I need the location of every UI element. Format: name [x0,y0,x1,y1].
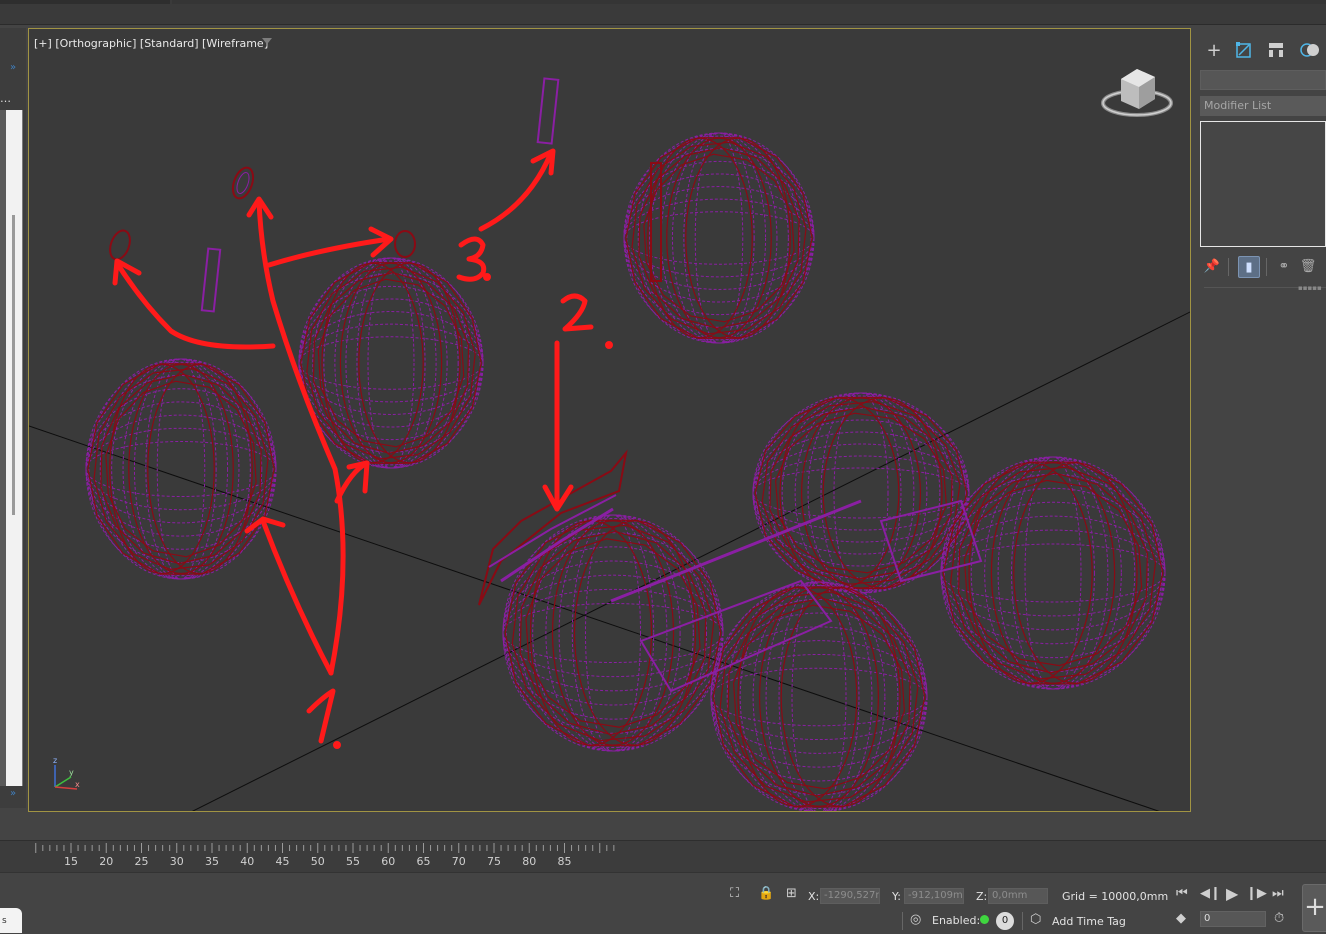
go-to-end-icon[interactable]: ⏭ [1272,886,1284,901]
go-to-start-icon[interactable]: ⏮ [1176,886,1188,901]
red-annotation-arrows [112,148,613,749]
filter-icon[interactable] [261,37,273,49]
modifier-list-dropdown[interactable]: Modifier List [1200,96,1326,116]
object-name-field[interactable] [1200,70,1326,90]
time-tag-icon: ⬡ [1030,912,1042,927]
scene-explorer-scrollbar[interactable] [0,110,6,786]
time-configuration-icon[interactable]: ⏱ [1274,911,1284,926]
wireframe-spheres [85,132,1166,811]
wireframe-sphere [298,257,484,469]
motion-tab[interactable] [1296,38,1324,62]
create-tab[interactable]: + [1200,38,1228,62]
key-mode-toggle-icon[interactable]: ◆ [1176,911,1186,926]
resize-grip-icon[interactable]: ▪▪▪▪▪ [1298,284,1322,292]
toolbar-divider [1228,258,1229,276]
wireframe-sphere [502,514,724,752]
enabled-toggle[interactable]: 0 [996,912,1014,930]
modify-icon [1236,42,1251,58]
timeline-tick-label: 45 [276,855,290,868]
modify-tab[interactable] [1230,38,1258,62]
panel-menu-ellipsis-icon[interactable]: … [0,92,12,105]
expand-panel-plus-icon[interactable]: + [1302,884,1326,932]
absolute-transform-icon[interactable]: ⊞ [786,886,797,901]
grid-size-readout: Grid = 10000,0mm [1062,890,1169,903]
wireframe-sphere [752,392,970,594]
motion-icon [1300,43,1319,57]
show-end-result-icon[interactable]: ▮ [1238,256,1260,278]
axis-x-label: x [75,780,80,789]
viewport-view-menu[interactable]: [Orthographic] [55,37,136,50]
toolbar-tab-segment [0,0,170,4]
status-bar [0,872,1326,934]
selection-lock-icon[interactable]: 🔒 [758,886,774,901]
status-divider [902,912,903,930]
status-divider [1022,912,1023,930]
pin-stack-icon[interactable]: 📌 [1202,256,1222,276]
timeline-tick-label: 85 [558,855,572,868]
timeline-tick-label: 25 [135,855,149,868]
z-coord-field[interactable]: 0,0mm [988,888,1048,904]
timeline-tick-label: 30 [170,855,184,868]
make-unique-icon[interactable]: ⚭ [1274,256,1294,276]
enabled-status-dot [980,915,989,924]
timeline-tick-label: 50 [311,855,325,868]
timeline-tick-label: 70 [452,855,466,868]
y-coord-field[interactable]: -912,109mi [904,888,964,904]
modifier-stack-list[interactable] [1200,121,1326,247]
play-icon[interactable]: ▶ [1226,884,1238,903]
x-coord-label: X: [808,890,820,903]
remove-modifier-icon[interactable]: 🗑 [1298,256,1318,276]
add-time-tag-button[interactable]: Add Time Tag [1052,915,1126,928]
toolbar-tab-segment [172,0,1326,4]
current-frame-spinner[interactable]: 0 [1200,911,1266,927]
timeline-tick-label: 35 [205,855,219,868]
hierarchy-tab[interactable] [1262,38,1290,62]
next-frame-icon[interactable]: ❙▶ [1246,886,1267,901]
scrollbar-thumb[interactable] [12,215,15,515]
timeline-tick-label: 75 [487,855,501,868]
timeline-tick-label: 65 [417,855,431,868]
x-coord-field[interactable]: -1290,527r [820,888,880,904]
viewport-plus-menu[interactable]: [+] [34,37,52,50]
wireframe-sphere [85,358,277,580]
viewport-label-menu[interactable]: [+] [Orthographic] [Standard] [Wireframe… [34,37,268,50]
modifier-stack-toolbar: 📌 ▮ ⚭ 🗑 [1200,254,1326,278]
timeline-tick-label: 40 [240,855,254,868]
y-coord-label: Y: [892,890,901,903]
timeline-tick-label: 55 [346,855,360,868]
timeline-tick-label: 80 [522,855,536,868]
wireframe-scene[interactable] [29,29,1191,812]
create-icon: + [1206,39,1222,61]
axis-z-label: z [53,756,57,765]
wireframe-sphere [623,132,815,344]
track-bar[interactable]: 15 20 25 30 35 40 45 50 55 60 65 70 75 80 85 [0,840,1326,873]
enabled-label: Enabled: [932,914,981,927]
viewport-shading-menu[interactable]: [Standard] [140,37,199,50]
wireframe-sphere [710,581,928,811]
expand-chevron-icon[interactable]: » [10,62,16,73]
viewcube-icon[interactable] [1099,61,1175,121]
toolbar-divider [1266,258,1267,276]
isolate-selection-icon[interactable]: ⛶ [730,886,739,901]
viewport-perspective[interactable]: [+] [Orthographic] [Standard] [Wireframe… [28,28,1191,812]
axis-y-label: y [69,768,74,777]
timeline-tick-label: 15 [64,855,78,868]
z-coord-label: Z: [976,890,988,903]
viewport-display-menu[interactable]: [Wireframe] [202,37,268,50]
timeline-tick-label: 20 [99,855,113,868]
hierarchy-icon [1269,43,1283,57]
adaptive-degradation-icon[interactable]: ◎ [910,912,921,927]
maxscript-listener-tab[interactable]: s [0,908,22,933]
expand-chevron-icon[interactable]: » [10,788,16,799]
top-toolbar-strip [0,0,1326,25]
wireframe-sphere [940,456,1166,690]
timeline-tick-label: 60 [381,855,395,868]
track-bar-ruler[interactable]: 15 20 25 30 35 40 45 50 55 60 65 70 75 80 85 [0,841,1326,873]
axis-tripod-icon: z y x [53,756,80,790]
previous-frame-icon[interactable]: ◀❙ [1200,886,1221,901]
